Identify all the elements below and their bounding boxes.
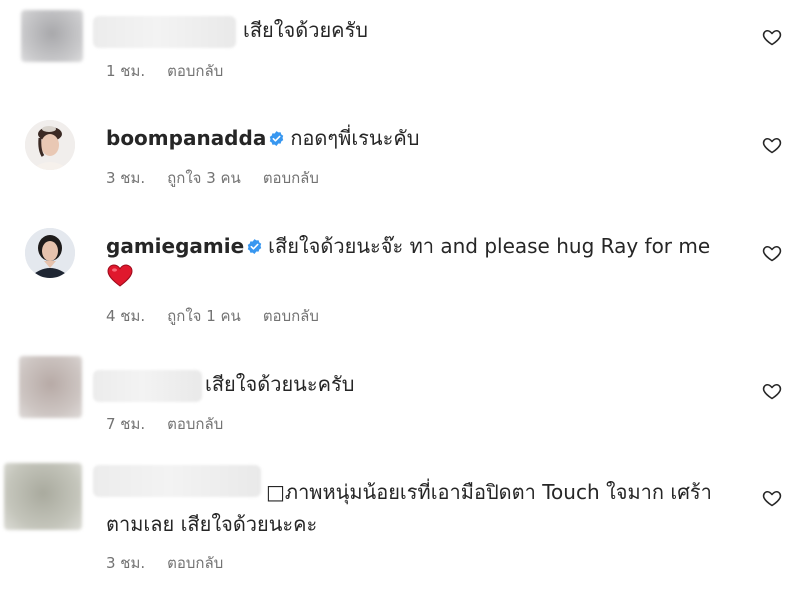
reply-button[interactable]: ตอบกลับ bbox=[263, 169, 319, 187]
comment-time[interactable]: 3 ชม. bbox=[106, 554, 145, 572]
comment-meta: 4 ชม. ถูกใจ 1 คน ตอบกลับ bbox=[106, 306, 341, 326]
heart-outline-icon[interactable] bbox=[762, 381, 782, 401]
avatar[interactable] bbox=[4, 463, 82, 530]
heart-outline-icon[interactable] bbox=[762, 488, 782, 508]
reply-button[interactable]: ตอบกลับ bbox=[167, 554, 223, 572]
verified-badge-icon bbox=[270, 131, 284, 146]
reply-button[interactable]: ตอบกลับ bbox=[167, 62, 223, 80]
likes-count[interactable]: ถูกใจ 3 คน bbox=[167, 169, 241, 187]
heart-outline-icon[interactable] bbox=[762, 135, 782, 155]
username[interactable]: boompanadda bbox=[106, 126, 266, 150]
username-redacted[interactable] bbox=[93, 370, 202, 402]
verified-badge-icon bbox=[247, 239, 262, 254]
comment-text: เสียใจด้วยนะครับ bbox=[205, 372, 355, 396]
heart-outline-icon[interactable] bbox=[762, 243, 782, 263]
heart-outline-icon[interactable] bbox=[762, 27, 782, 47]
username-redacted[interactable] bbox=[93, 16, 236, 48]
comment-text: กอดๆพี่เรนะคับ bbox=[290, 126, 420, 150]
comment-meta: 3 ชม. ตอบกลับ bbox=[106, 553, 245, 573]
username[interactable]: gamiegamie bbox=[106, 234, 244, 258]
comment-meta: 7 ชม. ตอบกลับ bbox=[106, 414, 245, 434]
comment-text: เสียใจด้วยนะจ๊ะ ทา and please hug Ray fo… bbox=[268, 234, 711, 258]
avatar[interactable] bbox=[25, 228, 75, 278]
avatar[interactable] bbox=[21, 10, 83, 62]
profile-photo bbox=[25, 228, 75, 278]
comment-time[interactable]: 4 ชม. bbox=[106, 307, 145, 325]
comment-body: boompanadda กอดๆพี่เรนะคับ bbox=[106, 124, 419, 152]
avatar[interactable] bbox=[25, 120, 75, 170]
likes-count[interactable]: ถูกใจ 1 คน bbox=[167, 307, 241, 325]
comment-meta: 3 ชม. ถูกใจ 3 คน ตอบกลับ bbox=[106, 168, 341, 188]
comment-meta: 1 ชม. ตอบกลับ bbox=[106, 61, 245, 81]
comment-text-line2: ตามเลย เสียใจด้วยนะคะ bbox=[106, 512, 318, 536]
profile-photo bbox=[25, 120, 75, 170]
comment-time[interactable]: 7 ชม. bbox=[106, 415, 145, 433]
reply-button[interactable]: ตอบกลับ bbox=[167, 415, 223, 433]
avatar[interactable] bbox=[19, 356, 82, 418]
comment-text: เสียใจด้วยครับ bbox=[243, 18, 368, 42]
red-heart-emoji bbox=[107, 264, 133, 287]
comment-text-line1: □ภาพหนุ่มน้อยเรที่เอามือปิดตา Touch ใจมา… bbox=[266, 480, 712, 504]
comment-time[interactable]: 1 ชม. bbox=[106, 62, 145, 80]
reply-button[interactable]: ตอบกลับ bbox=[263, 307, 319, 325]
comment-body: gamiegamie เสียใจด้วยนะจ๊ะ ทา and please … bbox=[106, 232, 710, 260]
username-redacted[interactable] bbox=[93, 465, 261, 497]
comment-time[interactable]: 3 ชม. bbox=[106, 169, 145, 187]
